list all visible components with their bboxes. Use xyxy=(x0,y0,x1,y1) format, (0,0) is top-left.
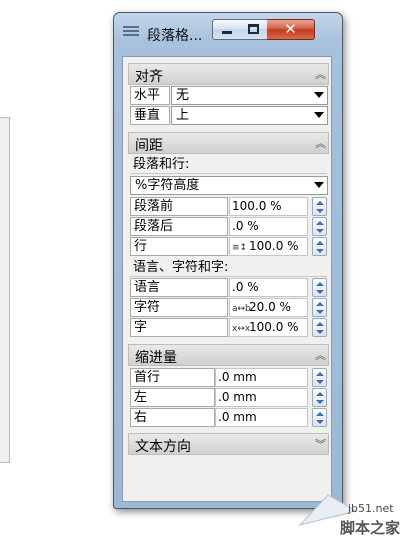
spin-up-icon[interactable] xyxy=(316,221,324,225)
word-spacing-value: 100.0 % xyxy=(249,320,299,334)
word-spacing-icon: x↔x xyxy=(232,324,251,334)
spacing-mode-value: %字符高度 xyxy=(135,178,200,193)
line-spacing-icon: ≡↕ xyxy=(232,243,248,253)
left-indent-spinner[interactable] xyxy=(312,388,327,407)
spin-down-icon[interactable] xyxy=(316,310,324,314)
spin-down-icon[interactable] xyxy=(316,420,324,424)
dropdown-arrow-icon xyxy=(314,112,324,118)
space-after-label: 段落后 xyxy=(130,217,228,236)
spin-up-icon[interactable] xyxy=(316,322,324,326)
spacing-mode-select[interactable]: %字符高度 xyxy=(130,176,328,195)
double-chevron-up-icon[interactable]: ︽ xyxy=(315,135,326,151)
align-horizontal-select[interactable]: 无 xyxy=(171,86,328,105)
close-button[interactable]: ✕ xyxy=(267,19,315,40)
right-indent-input[interactable]: .0 mm xyxy=(215,408,308,427)
spin-up-icon[interactable] xyxy=(316,372,324,376)
space-before-label: 段落前 xyxy=(130,197,228,216)
spin-down-icon[interactable] xyxy=(316,380,324,384)
word-spacing-label: 字 xyxy=(130,318,228,337)
section-header-spacing[interactable]: 间距 ︽ xyxy=(128,132,329,154)
align-horizontal-label: 水平 xyxy=(130,86,170,105)
section-header-text-direction[interactable]: 文本方向 ︾ xyxy=(128,433,329,455)
section-title-align: 对齐 xyxy=(135,69,163,85)
align-vertical-value: 上 xyxy=(176,108,190,123)
section-title-text-direction: 文本方向 xyxy=(135,439,191,455)
line-spacing-value: 100.0 % xyxy=(249,239,299,253)
right-indent-value: .0 mm xyxy=(218,410,257,424)
title-bar[interactable]: 段落格... ✕ xyxy=(114,13,342,53)
language-spacing-spinner[interactable] xyxy=(312,278,327,297)
space-before-spinner[interactable] xyxy=(312,197,327,216)
language-spacing-label: 语言 xyxy=(130,278,228,297)
char-spacing-icon: a↔b xyxy=(232,304,251,314)
window-title: 段落格... xyxy=(147,28,203,44)
maximize-button[interactable] xyxy=(240,19,268,40)
double-chevron-up-icon[interactable]: ︽ xyxy=(315,66,326,82)
language-spacing-value: .0 % xyxy=(232,280,259,294)
left-indent-value: .0 mm xyxy=(218,390,257,404)
dropdown-arrow-icon xyxy=(314,182,324,188)
first-line-indent-value: .0 mm xyxy=(218,370,257,384)
spin-down-icon[interactable] xyxy=(316,249,324,253)
section-header-indent[interactable]: 缩进量 ︽ xyxy=(128,344,329,366)
first-line-indent-spinner[interactable] xyxy=(312,368,327,387)
panel-body: 对齐 ︽ 水平 无 垂直 上 间距 ︽ 段落和行: %字符高度 段落前 100.… xyxy=(122,56,332,502)
background-window-edge xyxy=(0,117,10,463)
space-before-value: 100.0 % xyxy=(232,199,282,213)
section-title-indent: 缩进量 xyxy=(135,350,177,366)
line-spacing-spinner[interactable] xyxy=(312,237,327,256)
line-spacing-input[interactable]: ≡↕ 100.0 % xyxy=(229,237,308,256)
double-chevron-down-icon[interactable]: ︾ xyxy=(315,436,326,452)
word-spacing-input[interactable]: x↔x100.0 % xyxy=(229,318,308,337)
align-horizontal-value: 无 xyxy=(176,88,190,103)
paragraph-format-window: 段落格... ✕ 对齐 ︽ 水平 无 垂直 上 间距 ︽ 段落和行: %字符高度 xyxy=(113,12,343,509)
minimize-button[interactable] xyxy=(212,19,241,40)
maximize-icon xyxy=(248,24,259,34)
align-vertical-label: 垂直 xyxy=(130,106,170,125)
spin-down-icon[interactable] xyxy=(316,209,324,213)
spin-up-icon[interactable] xyxy=(316,412,324,416)
first-line-indent-input[interactable]: .0 mm xyxy=(215,368,308,387)
char-spacing-label: 字符 xyxy=(130,298,228,317)
first-line-indent-label: 首行 xyxy=(130,368,215,387)
spin-up-icon[interactable] xyxy=(316,201,324,205)
spin-up-icon[interactable] xyxy=(316,241,324,245)
spin-up-icon[interactable] xyxy=(316,302,324,306)
spin-up-icon[interactable] xyxy=(316,282,324,286)
space-after-value: .0 % xyxy=(232,219,259,233)
section-header-align[interactable]: 对齐 ︽ xyxy=(128,63,329,85)
section-title-spacing: 间距 xyxy=(135,138,163,154)
space-after-spinner[interactable] xyxy=(312,217,327,236)
spin-down-icon[interactable] xyxy=(316,290,324,294)
char-spacing-value: 20.0 % xyxy=(249,300,291,314)
double-chevron-up-icon[interactable]: ︽ xyxy=(315,347,326,363)
align-vertical-select[interactable]: 上 xyxy=(171,106,328,125)
space-after-input[interactable]: .0 % xyxy=(229,217,308,236)
paragraph-format-icon xyxy=(123,26,139,40)
language-spacing-input[interactable]: .0 % xyxy=(229,278,308,297)
dropdown-arrow-icon xyxy=(314,92,324,98)
char-spacing-input[interactable]: a↔b20.0 % xyxy=(229,298,308,317)
paragraph-and-line-label: 段落和行: xyxy=(130,155,327,174)
word-spacing-spinner[interactable] xyxy=(312,318,327,337)
spin-down-icon[interactable] xyxy=(316,229,324,233)
right-indent-spinner[interactable] xyxy=(312,408,327,427)
char-spacing-spinner[interactable] xyxy=(312,298,327,317)
space-before-input[interactable]: 100.0 % xyxy=(229,197,308,216)
minimize-icon xyxy=(222,31,232,34)
spin-down-icon[interactable] xyxy=(316,330,324,334)
language-char-word-label: 语言、字符和字: xyxy=(130,258,327,277)
watermark-name: 脚本之家 xyxy=(340,519,401,537)
close-icon: ✕ xyxy=(284,20,297,38)
line-spacing-label: 行 xyxy=(130,237,228,256)
watermark-url: jb51.net xyxy=(348,502,394,515)
right-indent-label: 右 xyxy=(130,408,215,427)
left-indent-input[interactable]: .0 mm xyxy=(215,388,308,407)
spin-down-icon[interactable] xyxy=(316,400,324,404)
left-indent-label: 左 xyxy=(130,388,215,407)
spin-up-icon[interactable] xyxy=(316,392,324,396)
